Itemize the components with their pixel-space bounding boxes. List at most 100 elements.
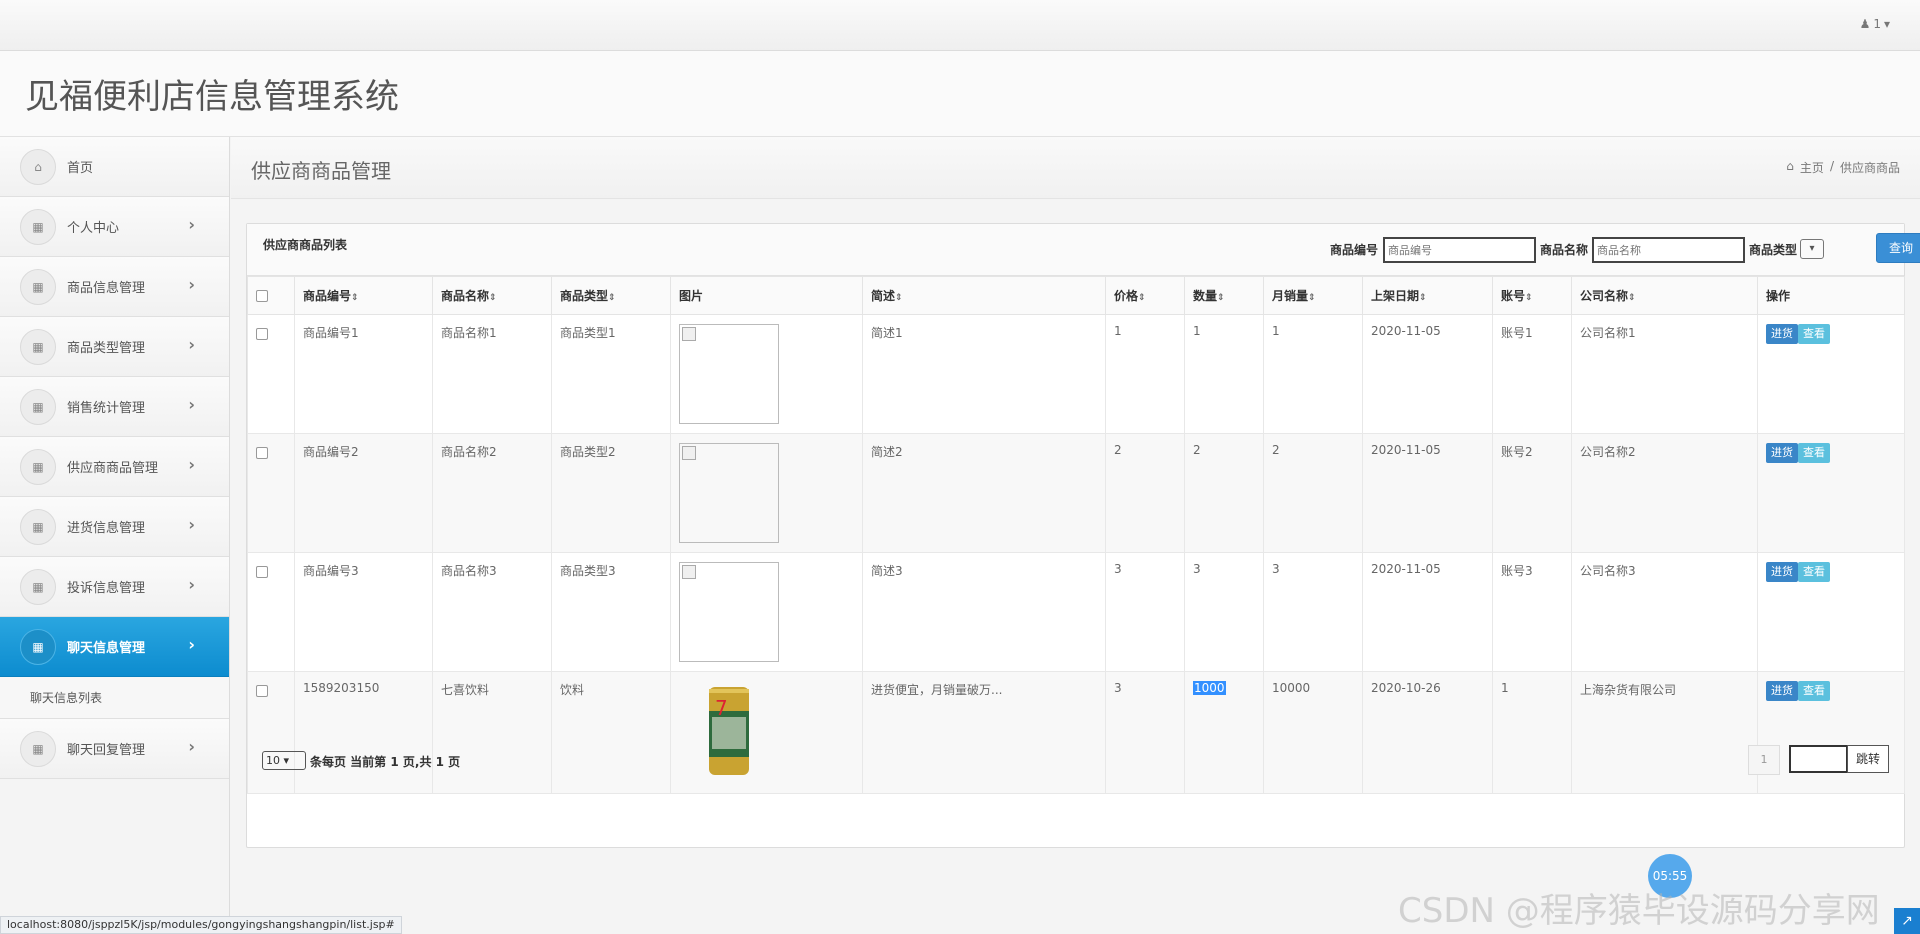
purchase-button[interactable]: 进货 xyxy=(1766,681,1798,701)
row-checkbox[interactable] xyxy=(256,447,268,459)
broken-image-icon xyxy=(682,446,696,460)
col-header[interactable]: 商品类型⇕ xyxy=(551,276,671,315)
cell: 商品类型3 xyxy=(551,552,671,672)
sidebar-item-purchase[interactable]: ▦ 进货信息管理 › xyxy=(0,497,229,557)
cell: 简述2 xyxy=(862,433,1106,553)
col-header-label: 账号 xyxy=(1501,289,1526,303)
sidebar-item-label: 投诉信息管理 xyxy=(67,581,146,596)
svg-text:7: 7 xyxy=(715,696,728,720)
sort-icon: ⇕ xyxy=(1525,293,1533,303)
col-header[interactable]: 价格⇕ xyxy=(1105,276,1185,315)
table-icon: ▦ xyxy=(20,730,56,767)
sidebar-item-complaints[interactable]: ▦ 投诉信息管理 › xyxy=(0,557,229,617)
soda-can-image: 7 xyxy=(709,687,749,775)
col-header-label: 公司名称 xyxy=(1580,289,1629,303)
page-number[interactable]: 1 xyxy=(1748,745,1780,775)
cell: 1 xyxy=(1105,314,1185,434)
cell: 简述1 xyxy=(862,314,1106,434)
view-button[interactable]: 查看 xyxy=(1798,324,1830,344)
col-header[interactable]: 商品编号⇕ xyxy=(294,276,433,315)
chevron-right-icon: › xyxy=(188,515,195,534)
cell: 商品名称2 xyxy=(432,433,552,553)
cell: 公司名称1 xyxy=(1571,314,1758,434)
col-header[interactable]: 公司名称⇕ xyxy=(1571,276,1758,315)
sidebar-subitem-chat-list[interactable]: 聊天信息列表 xyxy=(0,677,229,719)
name-input[interactable] xyxy=(1592,237,1745,263)
type-select[interactable]: ▾ xyxy=(1800,239,1824,259)
sidebar-item-sales-stats[interactable]: ▦ 销售统计管理 › xyxy=(0,377,229,437)
col-header[interactable]: 账号⇕ xyxy=(1492,276,1572,315)
sidebar-item-product-info[interactable]: ▦ 商品信息管理 › xyxy=(0,257,229,317)
purchase-button[interactable]: 进货 xyxy=(1766,443,1798,463)
row-checkbox[interactable] xyxy=(256,328,268,340)
user-name: 1 xyxy=(1873,17,1881,31)
col-header[interactable]: 数量⇕ xyxy=(1184,276,1264,315)
cell: 上海杂货有限公司 xyxy=(1571,671,1758,794)
sidebar-item-chat-reply[interactable]: ▦ 聊天回复管理 › xyxy=(0,719,229,779)
sort-icon: ⇕ xyxy=(1138,293,1146,303)
cell: 商品编号3 xyxy=(294,552,433,672)
sidebar-item-chat[interactable]: ▦ 聊天信息管理 › xyxy=(0,617,229,677)
code-input[interactable] xyxy=(1383,237,1536,263)
view-button[interactable]: 查看 xyxy=(1798,562,1830,582)
table-row: 商品编号3 商品名称3 商品类型3 简述3 3 3 3 2020-11-05 账… xyxy=(247,552,1905,672)
chevron-right-icon: › xyxy=(188,575,195,594)
table-icon: ▦ xyxy=(20,208,56,245)
table-icon: ▦ xyxy=(20,508,56,545)
chevron-right-icon: › xyxy=(188,395,195,414)
cell: 公司名称2 xyxy=(1571,433,1758,553)
home-icon: ⌂ xyxy=(20,148,56,185)
col-header: 操作 xyxy=(1757,276,1905,315)
product-table: 商品编号⇕ 商品名称⇕ 商品类型⇕ 图片 简述⇕ 价格⇕ 数量⇕ 月销量⇕ 上架… xyxy=(247,276,1905,794)
col-header[interactable]: 上架日期⇕ xyxy=(1362,276,1493,315)
corner-icon: ↗ xyxy=(1894,908,1920,934)
sort-icon: ⇕ xyxy=(1628,293,1636,303)
cell: 商品名称3 xyxy=(432,552,552,672)
cell xyxy=(670,314,863,434)
user-icon: ♟ xyxy=(1859,17,1871,31)
sidebar-item-supplier-products[interactable]: ▦ 供应商商品管理 › xyxy=(0,437,229,497)
top-bar: ♟ 1 ▾ xyxy=(0,0,1920,51)
sidebar-item-product-type[interactable]: ▦ 商品类型管理 › xyxy=(0,317,229,377)
panel-header: 供应商商品列表 商品编号 商品名称 商品类型 ▾ 查询 xyxy=(247,224,1920,276)
view-button[interactable]: 查看 xyxy=(1798,681,1830,701)
per-page-select[interactable]: 10 ▾ xyxy=(262,751,306,770)
cell: 饮料 xyxy=(551,671,671,794)
sidebar-item-home[interactable]: ⌂ 首页 xyxy=(0,137,229,197)
col-header[interactable]: 月销量⇕ xyxy=(1263,276,1363,315)
cell: 2020-11-05 xyxy=(1362,433,1493,553)
col-header-label: 价格 xyxy=(1114,289,1139,303)
pager-info: 条每页 当前第 1 页,共 1 页 xyxy=(310,755,461,769)
sidebar-item-personal[interactable]: ▦ 个人中心 › xyxy=(0,197,229,257)
breadcrumb-current: 供应商商品 xyxy=(1839,161,1900,175)
col-header[interactable]: 简述⇕ xyxy=(862,276,1106,315)
chevron-down-icon: ▾ xyxy=(1809,243,1815,254)
select-all-checkbox[interactable] xyxy=(256,290,268,302)
chevron-down-icon: ▾ xyxy=(283,754,290,767)
cell xyxy=(247,433,295,553)
purchase-button[interactable]: 进货 xyxy=(1766,562,1798,582)
home-icon: ⌂ xyxy=(1786,159,1794,173)
app-title: 见福便利店信息管理系统 xyxy=(25,77,399,117)
breadcrumb-home[interactable]: 主页 xyxy=(1800,159,1824,176)
table-icon: ▦ xyxy=(20,448,56,485)
user-menu[interactable]: ♟ 1 ▾ xyxy=(1860,17,1890,31)
cell: 进货 查看 xyxy=(1757,671,1905,794)
row-checkbox[interactable] xyxy=(256,685,268,697)
row-checkbox[interactable] xyxy=(256,566,268,578)
jump-input[interactable] xyxy=(1789,745,1848,773)
jump-button[interactable]: 跳转 xyxy=(1847,745,1889,773)
sidebar-item-label: 商品类型管理 xyxy=(67,341,146,356)
cell: 商品编号2 xyxy=(294,433,433,553)
purchase-button[interactable]: 进货 xyxy=(1766,324,1798,344)
col-header[interactable]: 商品名称⇕ xyxy=(432,276,552,315)
query-button[interactable]: 查询 xyxy=(1876,233,1920,263)
cell: 商品名称1 xyxy=(432,314,552,434)
view-button[interactable]: 查看 xyxy=(1798,443,1830,463)
code-label: 商品编号 xyxy=(1330,243,1379,257)
table-header-row: 商品编号⇕ 商品名称⇕ 商品类型⇕ 图片 简述⇕ 价格⇕ 数量⇕ 月销量⇕ 上架… xyxy=(247,276,1905,315)
table-row: 商品编号2 商品名称2 商品类型2 简述2 2 2 2 2020-11-05 账… xyxy=(247,433,1905,553)
cell: 3 xyxy=(1263,552,1363,672)
sidebar: ⌂ 首页 ▦ 个人中心 › ▦ 商品信息管理 › ▦ 商品类型管理 › ▦ 销售… xyxy=(0,137,230,934)
cell: 2 xyxy=(1263,433,1363,553)
